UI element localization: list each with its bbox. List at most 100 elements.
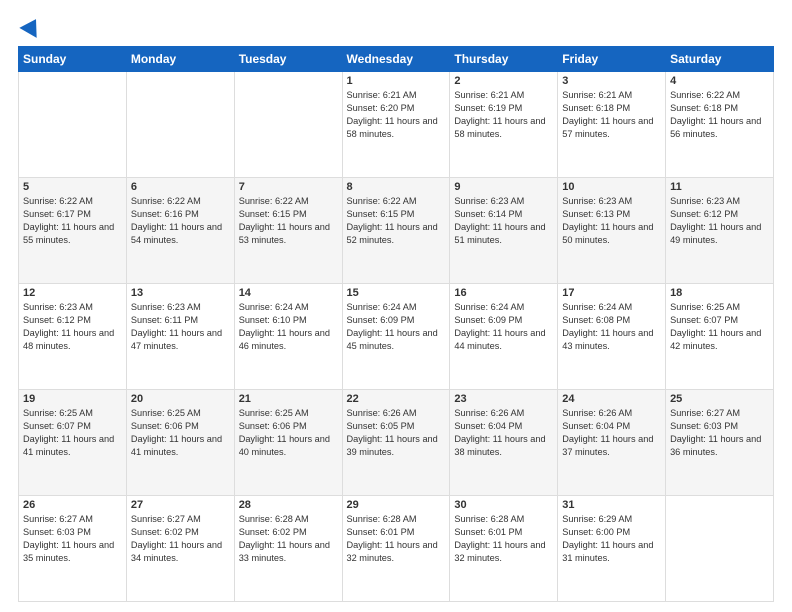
day-number: 2: [454, 75, 553, 87]
calendar-cell: 26 Sunrise: 6:27 AM Sunset: 6:03 PM Dayli…: [19, 496, 127, 602]
calendar-cell: 25Sunrise: 6:27 AM Sunset: 6:03 PM Dayli…: [666, 390, 774, 496]
calendar-cell: 14 Sunrise: 6:24 AM Sunset: 6:10 PM Dayli…: [234, 284, 342, 390]
day-number: 19: [23, 393, 122, 405]
calendar-cell: 4 Sunrise: 6:22 AM Sunset: 6:18 PM Daylig…: [666, 72, 774, 178]
cell-info: Sunrise: 6:24 AM Sunset: 6:09 PM Dayligh…: [347, 301, 446, 353]
cell-info: Sunrise: 6:27 AM Sunset: 6:03 PM Dayligh…: [670, 407, 769, 459]
header-row: SundayMondayTuesdayWednesdayThursdayFrid…: [19, 47, 774, 72]
cell-info: Sunrise: 6:27 AM Sunset: 6:03 PM Dayligh…: [23, 513, 122, 565]
day-number: 11: [670, 181, 769, 193]
cell-info: Sunrise: 6:25 AM Sunset: 6:07 PM Dayligh…: [670, 301, 769, 353]
cell-info: Sunrise: 6:21 AM Sunset: 6:20 PM Dayligh…: [347, 89, 446, 141]
day-number: 9: [454, 181, 553, 193]
day-header-tuesday: Tuesday: [234, 47, 342, 72]
cell-info: Sunrise: 6:24 AM Sunset: 6:08 PM Dayligh…: [562, 301, 661, 353]
calendar-cell: 29 Sunrise: 6:28 AM Sunset: 6:01 PM Dayli…: [342, 496, 450, 602]
cell-info: Sunrise: 6:22 AM Sunset: 6:18 PM Dayligh…: [670, 89, 769, 141]
cell-info: Sunrise: 6:23 AM Sunset: 6:12 PM Dayligh…: [670, 195, 769, 247]
cell-info: Sunrise: 6:28 AM Sunset: 6:01 PM Dayligh…: [454, 513, 553, 565]
calendar-cell: 17 Sunrise: 6:24 AM Sunset: 6:08 PM Dayli…: [558, 284, 666, 390]
cell-info: Sunrise: 6:25 AM Sunset: 6:07 PM Dayligh…: [23, 407, 122, 459]
logo-triangle-icon: [19, 14, 44, 38]
day-number: 27: [131, 499, 230, 511]
day-header-thursday: Thursday: [450, 47, 558, 72]
day-header-wednesday: Wednesday: [342, 47, 450, 72]
cell-info: Sunrise: 6:22 AM Sunset: 6:15 PM Dayligh…: [347, 195, 446, 247]
day-number: 22: [347, 393, 446, 405]
day-number: 4: [670, 75, 769, 87]
week-row: 1 Sunrise: 6:21 AM Sunset: 6:20 PM Daylig…: [19, 72, 774, 178]
cell-info: Sunrise: 6:26 AM Sunset: 6:04 PM Dayligh…: [562, 407, 661, 459]
calendar-cell: 27 Sunrise: 6:27 AM Sunset: 6:02 PM Dayli…: [126, 496, 234, 602]
day-header-sunday: Sunday: [19, 47, 127, 72]
week-row: 5 Sunrise: 6:22 AM Sunset: 6:17 PM Daylig…: [19, 178, 774, 284]
cell-info: Sunrise: 6:22 AM Sunset: 6:15 PM Dayligh…: [239, 195, 338, 247]
calendar-cell: [19, 72, 127, 178]
day-number: 16: [454, 287, 553, 299]
week-row: 12Sunrise: 6:23 AM Sunset: 6:12 PM Dayli…: [19, 284, 774, 390]
day-number: 6: [131, 181, 230, 193]
calendar-cell: [126, 72, 234, 178]
cell-info: Sunrise: 6:21 AM Sunset: 6:18 PM Dayligh…: [562, 89, 661, 141]
day-number: 18: [670, 287, 769, 299]
calendar-cell: 18 Sunrise: 6:25 AM Sunset: 6:07 PM Dayli…: [666, 284, 774, 390]
calendar-cell: 7 Sunrise: 6:22 AM Sunset: 6:15 PM Daylig…: [234, 178, 342, 284]
cell-info: Sunrise: 6:24 AM Sunset: 6:10 PM Dayligh…: [239, 301, 338, 353]
cell-info: Sunrise: 6:28 AM Sunset: 6:02 PM Dayligh…: [239, 513, 338, 565]
page: SundayMondayTuesdayWednesdayThursdayFrid…: [0, 0, 792, 612]
day-number: 21: [239, 393, 338, 405]
calendar-cell: [666, 496, 774, 602]
cell-info: Sunrise: 6:25 AM Sunset: 6:06 PM Dayligh…: [239, 407, 338, 459]
cell-info: Sunrise: 6:26 AM Sunset: 6:04 PM Dayligh…: [454, 407, 553, 459]
day-number: 30: [454, 499, 553, 511]
day-number: 3: [562, 75, 661, 87]
calendar-cell: 9 Sunrise: 6:23 AM Sunset: 6:14 PM Daylig…: [450, 178, 558, 284]
day-number: 10: [562, 181, 661, 193]
cell-info: Sunrise: 6:23 AM Sunset: 6:14 PM Dayligh…: [454, 195, 553, 247]
calendar-cell: 6Sunrise: 6:22 AM Sunset: 6:16 PM Daylig…: [126, 178, 234, 284]
calendar-cell: 16Sunrise: 6:24 AM Sunset: 6:09 PM Dayli…: [450, 284, 558, 390]
calendar-cell: 21 Sunrise: 6:25 AM Sunset: 6:06 PM Dayli…: [234, 390, 342, 496]
cell-info: Sunrise: 6:22 AM Sunset: 6:17 PM Dayligh…: [23, 195, 122, 247]
calendar-cell: 8 Sunrise: 6:22 AM Sunset: 6:15 PM Daylig…: [342, 178, 450, 284]
cell-info: Sunrise: 6:23 AM Sunset: 6:12 PM Dayligh…: [23, 301, 122, 353]
calendar-cell: [234, 72, 342, 178]
logo: [18, 18, 42, 36]
calendar-cell: 5 Sunrise: 6:22 AM Sunset: 6:17 PM Daylig…: [19, 178, 127, 284]
day-number: 1: [347, 75, 446, 87]
week-row: 19 Sunrise: 6:25 AM Sunset: 6:07 PM Dayli…: [19, 390, 774, 496]
cell-info: Sunrise: 6:28 AM Sunset: 6:01 PM Dayligh…: [347, 513, 446, 565]
day-header-saturday: Saturday: [666, 47, 774, 72]
calendar-cell: 19 Sunrise: 6:25 AM Sunset: 6:07 PM Dayli…: [19, 390, 127, 496]
day-number: 13: [131, 287, 230, 299]
day-number: 17: [562, 287, 661, 299]
day-number: 14: [239, 287, 338, 299]
day-number: 24: [562, 393, 661, 405]
calendar-cell: 15Sunrise: 6:24 AM Sunset: 6:09 PM Dayli…: [342, 284, 450, 390]
cell-info: Sunrise: 6:27 AM Sunset: 6:02 PM Dayligh…: [131, 513, 230, 565]
day-number: 20: [131, 393, 230, 405]
calendar-cell: 28Sunrise: 6:28 AM Sunset: 6:02 PM Dayli…: [234, 496, 342, 602]
calendar-cell: 13 Sunrise: 6:23 AM Sunset: 6:11 PM Dayli…: [126, 284, 234, 390]
header: [18, 18, 774, 36]
week-row: 26 Sunrise: 6:27 AM Sunset: 6:03 PM Dayli…: [19, 496, 774, 602]
calendar-cell: 30 Sunrise: 6:28 AM Sunset: 6:01 PM Dayli…: [450, 496, 558, 602]
day-number: 31: [562, 499, 661, 511]
day-number: 26: [23, 499, 122, 511]
calendar-cell: 24 Sunrise: 6:26 AM Sunset: 6:04 PM Dayli…: [558, 390, 666, 496]
calendar-cell: 12Sunrise: 6:23 AM Sunset: 6:12 PM Dayli…: [19, 284, 127, 390]
calendar-cell: 23 Sunrise: 6:26 AM Sunset: 6:04 PM Dayli…: [450, 390, 558, 496]
logo-text: [18, 18, 42, 36]
calendar-cell: 22Sunrise: 6:26 AM Sunset: 6:05 PM Dayli…: [342, 390, 450, 496]
day-number: 5: [23, 181, 122, 193]
day-header-monday: Monday: [126, 47, 234, 72]
day-number: 23: [454, 393, 553, 405]
day-header-friday: Friday: [558, 47, 666, 72]
day-number: 7: [239, 181, 338, 193]
day-number: 29: [347, 499, 446, 511]
calendar-cell: 2Sunrise: 6:21 AM Sunset: 6:19 PM Daylig…: [450, 72, 558, 178]
day-number: 8: [347, 181, 446, 193]
calendar-cell: 31Sunrise: 6:29 AM Sunset: 6:00 PM Dayli…: [558, 496, 666, 602]
calendar-cell: 3 Sunrise: 6:21 AM Sunset: 6:18 PM Daylig…: [558, 72, 666, 178]
cell-info: Sunrise: 6:23 AM Sunset: 6:11 PM Dayligh…: [131, 301, 230, 353]
